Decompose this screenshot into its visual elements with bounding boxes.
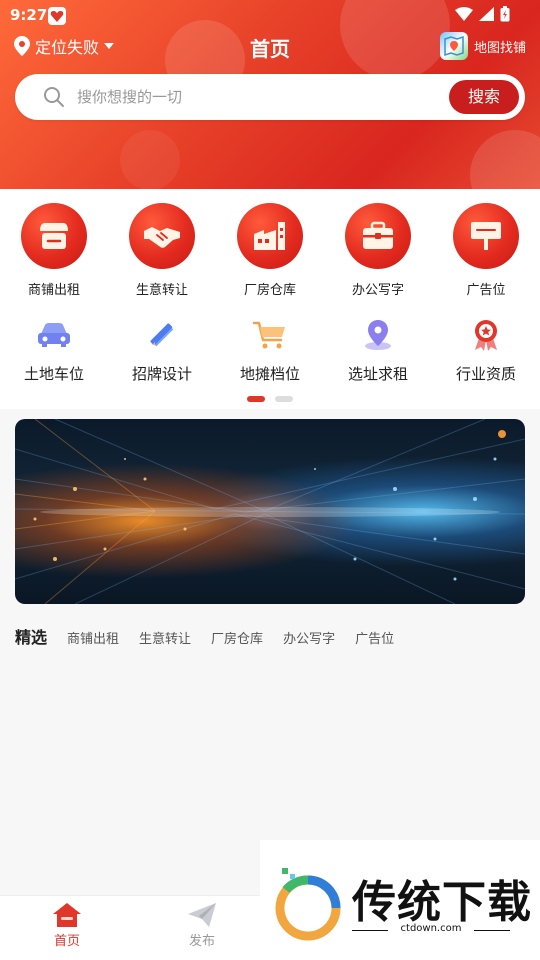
- category-label: 生意转让: [135, 283, 188, 298]
- search-input[interactable]: [77, 74, 437, 120]
- battery-icon: [500, 6, 510, 22]
- wifi-icon: [455, 7, 473, 21]
- category-label: 土地车位: [23, 365, 84, 383]
- promo-banner[interactable]: [15, 419, 525, 604]
- featured-tabs: 精选 商铺出租 生意转让 厂房仓库 办公写字 广告位: [15, 624, 414, 648]
- map-icon: [439, 32, 468, 60]
- category-business-transfer[interactable]: 生意转让: [108, 203, 216, 298]
- paper-plane-icon: [188, 903, 216, 927]
- pencil-ruler-icon: [144, 317, 180, 353]
- car-icon: [36, 317, 72, 353]
- category-stall[interactable]: 地摊档位: [216, 317, 324, 384]
- category-label: 商铺出租: [27, 283, 80, 298]
- category-label: 办公写字: [351, 283, 404, 298]
- signal-icon: [479, 7, 494, 21]
- top-bar: 定位失败 首页 地图找铺: [0, 30, 540, 64]
- category-label: 厂房仓库: [243, 283, 296, 298]
- category-label: 行业资质: [455, 365, 516, 383]
- map-find-label: 地图找铺: [473, 40, 526, 56]
- header: 9:27 定位失败 首页 地图找铺 搜索: [0, 0, 540, 189]
- category-label: 广告位: [466, 283, 506, 298]
- cart-icon: [252, 317, 288, 353]
- pager-dot[interactable]: [275, 396, 293, 402]
- factory-icon: [237, 203, 303, 269]
- category-pager: [0, 396, 540, 402]
- tab-business-transfer[interactable]: 生意转让: [139, 628, 191, 647]
- search-bar: 搜索: [15, 74, 525, 120]
- category-label: 招牌设计: [131, 365, 192, 383]
- search-button[interactable]: 搜索: [449, 80, 519, 114]
- map-find-button[interactable]: 地图找铺: [439, 32, 526, 60]
- primary-categories: 商铺出租 生意转让 厂房仓库 办公写字 广告位: [0, 203, 540, 298]
- category-shop-rent[interactable]: 商铺出租: [0, 203, 108, 298]
- status-time: 9:27: [10, 6, 48, 24]
- category-site-seeking[interactable]: 选址求租: [324, 317, 432, 384]
- site-watermark: 传统下载 ctdown.com: [260, 840, 540, 960]
- tab-factory-warehouse[interactable]: 厂房仓库: [211, 628, 263, 647]
- pager-dot-active[interactable]: [247, 396, 265, 402]
- status-bar: 9:27: [0, 0, 540, 30]
- watermark-logo: [275, 868, 341, 941]
- watermark-text: 传统下载: [352, 877, 532, 928]
- watermark-divider: [474, 930, 510, 931]
- tab-ad-space[interactable]: 广告位: [355, 628, 394, 647]
- secondary-categories: 土地车位 招牌设计 地摊档位 选址求租 行业资质: [0, 317, 540, 384]
- category-land-parking[interactable]: 土地车位: [0, 317, 108, 384]
- map-pin-icon: [360, 317, 396, 353]
- briefcase-icon: [345, 203, 411, 269]
- nav-label: 发布: [188, 934, 215, 949]
- category-label: 地摊档位: [239, 365, 300, 383]
- status-indicators: [455, 6, 510, 22]
- handshake-icon: [129, 203, 195, 269]
- category-label: 选址求租: [347, 365, 408, 383]
- tab-office[interactable]: 办公写字: [283, 628, 335, 647]
- billboard-icon: [453, 203, 519, 269]
- category-sign-design[interactable]: 招牌设计: [108, 317, 216, 384]
- storefront-icon: [21, 203, 87, 269]
- category-factory-warehouse[interactable]: 厂房仓库: [216, 203, 324, 298]
- category-grid: 商铺出租 生意转让 厂房仓库 办公写字 广告位 土地车位 招牌设计 地摊档位 选…: [0, 189, 540, 409]
- nav-home[interactable]: 首页: [32, 902, 102, 949]
- category-office[interactable]: 办公写字: [324, 203, 432, 298]
- category-qualification[interactable]: 行业资质: [432, 317, 540, 384]
- home-icon: [53, 903, 81, 927]
- award-badge-icon: [468, 317, 504, 353]
- category-ad-space[interactable]: 广告位: [432, 203, 540, 298]
- search-icon: [44, 87, 64, 107]
- banner-artwork: [15, 419, 525, 604]
- nav-label: 首页: [53, 934, 80, 949]
- nav-post[interactable]: 发布: [167, 902, 237, 949]
- tab-featured[interactable]: 精选: [15, 624, 47, 648]
- watermark-domain: ctdown.com: [400, 923, 462, 934]
- app-notification-icon: [48, 7, 66, 25]
- tab-shop-rent[interactable]: 商铺出租: [67, 628, 119, 647]
